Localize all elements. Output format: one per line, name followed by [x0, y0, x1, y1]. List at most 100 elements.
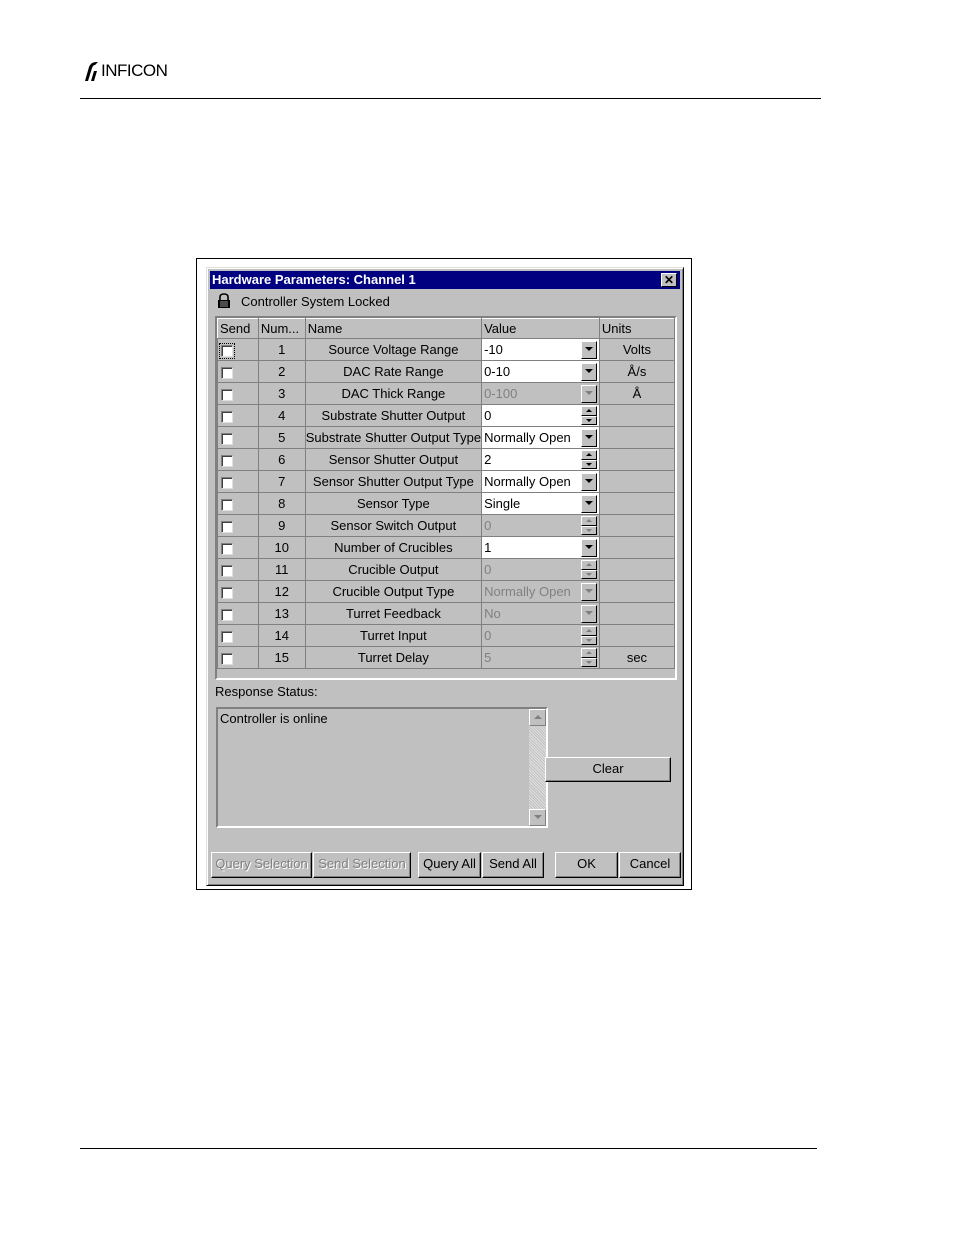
send-checkbox[interactable] — [221, 608, 233, 621]
table-row[interactable]: 12 Crucible Output Type Normally Open — [217, 580, 675, 603]
value-cell[interactable]: No — [481, 602, 600, 625]
value-field[interactable]: 0 — [483, 560, 599, 580]
dropdown-arrow-icon[interactable] — [580, 538, 597, 557]
value-cell[interactable]: 0-100 — [481, 382, 600, 405]
value-cell[interactable]: Single — [481, 492, 600, 515]
value-field[interactable]: 0-100 — [483, 384, 599, 404]
dropdown-arrow-icon[interactable] — [580, 362, 597, 381]
value-cell[interactable]: 5 — [481, 646, 600, 669]
table-row[interactable]: 4 Substrate Shutter Output 0 — [217, 404, 675, 427]
value-cell[interactable]: Normally Open — [481, 426, 600, 449]
cancel-button[interactable]: Cancel — [619, 852, 681, 878]
query-all-button[interactable]: Query All — [418, 852, 481, 878]
table-row[interactable]: 11 Crucible Output 0 — [217, 558, 675, 581]
spinner-control[interactable] — [580, 626, 597, 645]
value-field[interactable]: -10 — [482, 339, 599, 360]
dropdown-arrow-icon[interactable] — [580, 582, 597, 601]
value-cell[interactable]: Normally Open — [481, 580, 600, 603]
value-cell[interactable]: 0 — [481, 514, 600, 537]
value-field[interactable]: 0 — [482, 405, 599, 426]
table-row[interactable]: 2 DAC Rate Range 0-10 Å/s — [217, 360, 675, 383]
dropdown-arrow-icon[interactable] — [580, 340, 597, 359]
send-checkbox[interactable] — [221, 410, 233, 423]
value-cell[interactable]: 0 — [481, 404, 600, 427]
spin-up-arrow-icon[interactable] — [580, 560, 597, 570]
send-checkbox[interactable] — [221, 586, 233, 599]
spin-down-arrow-icon[interactable] — [580, 569, 597, 579]
value-field[interactable]: No — [483, 604, 599, 624]
table-row[interactable]: 9 Sensor Switch Output 0 — [217, 514, 675, 537]
response-status-box[interactable]: Controller is online — [216, 707, 548, 828]
send-checkbox[interactable] — [221, 476, 233, 489]
column-header-units[interactable]: Units — [598, 318, 675, 339]
query-selection-button[interactable]: Query Selection — [211, 852, 312, 878]
dropdown-arrow-icon[interactable] — [580, 494, 597, 513]
dropdown-arrow-icon[interactable] — [580, 384, 597, 403]
value-field[interactable]: 0 — [483, 516, 599, 536]
value-cell[interactable]: 2 — [481, 448, 600, 471]
send-checkbox[interactable] — [221, 564, 233, 577]
spin-up-arrow-icon[interactable] — [580, 450, 597, 460]
scroll-up-arrow-icon[interactable] — [529, 709, 546, 726]
column-header-num[interactable]: Num... — [257, 318, 306, 339]
send-all-button[interactable]: Send All — [482, 852, 544, 878]
table-row[interactable]: 10 Number of Crucibles 1 — [217, 536, 675, 559]
value-cell[interactable]: -10 — [481, 338, 600, 361]
ok-button[interactable]: OK — [555, 852, 618, 878]
spin-down-arrow-icon[interactable] — [580, 657, 597, 667]
value-cell[interactable]: 0 — [481, 624, 600, 647]
send-selection-button[interactable]: Send Selection — [313, 852, 411, 878]
scroll-down-arrow-icon[interactable] — [529, 809, 546, 826]
spinner-control[interactable] — [580, 406, 597, 425]
table-row[interactable]: 13 Turret Feedback No — [217, 602, 675, 625]
spin-down-arrow-icon[interactable] — [580, 525, 597, 535]
send-checkbox[interactable] — [221, 630, 233, 643]
column-header-name[interactable]: Name — [304, 318, 483, 339]
table-row[interactable]: 8 Sensor Type Single — [217, 492, 675, 515]
value-field[interactable]: Normally Open — [482, 471, 599, 492]
send-checkbox[interactable] — [221, 366, 233, 379]
value-field[interactable]: 0-10 — [482, 361, 599, 382]
column-header-send[interactable]: Send — [217, 318, 259, 339]
value-field[interactable]: 5 — [483, 648, 599, 668]
spin-up-arrow-icon[interactable] — [580, 626, 597, 636]
spinner-control[interactable] — [580, 648, 597, 667]
dropdown-arrow-icon[interactable] — [580, 428, 597, 447]
table-row[interactable]: 5 Substrate Shutter Output Type Normally O… — [217, 426, 675, 449]
send-checkbox[interactable] — [221, 454, 233, 467]
spin-down-arrow-icon[interactable] — [580, 459, 597, 469]
send-checkbox[interactable] — [221, 520, 233, 533]
table-row[interactable]: 6 Sensor Shutter Output 2 — [217, 448, 675, 471]
close-button[interactable]: ✕ — [661, 273, 677, 287]
value-field[interactable]: Normally Open — [482, 427, 599, 448]
table-row[interactable]: 15 Turret Delay 5 sec — [217, 646, 675, 669]
table-row[interactable]: 7 Sensor Shutter Output Type Normally Open — [217, 470, 675, 493]
value-cell[interactable]: 1 — [481, 536, 600, 559]
spinner-control[interactable] — [580, 516, 597, 535]
spin-up-arrow-icon[interactable] — [580, 648, 597, 658]
send-checkbox[interactable] — [221, 432, 233, 445]
value-field[interactable]: 0 — [483, 626, 599, 646]
column-header-value[interactable]: Value — [481, 318, 600, 339]
send-checkbox[interactable] — [221, 542, 233, 555]
value-cell[interactable]: Normally Open — [481, 470, 600, 493]
table-row[interactable]: 3 DAC Thick Range 0-100 Å — [217, 382, 675, 405]
value-cell[interactable]: 0 — [481, 558, 600, 581]
value-field[interactable]: Single — [482, 493, 599, 514]
spin-down-arrow-icon[interactable] — [580, 415, 597, 425]
spinner-control[interactable] — [580, 450, 597, 469]
value-field[interactable]: 1 — [482, 537, 599, 558]
dropdown-arrow-icon[interactable] — [580, 604, 597, 623]
send-checkbox[interactable] — [221, 388, 233, 401]
send-checkbox[interactable] — [221, 498, 233, 511]
dropdown-arrow-icon[interactable] — [580, 472, 597, 491]
spin-up-arrow-icon[interactable] — [580, 406, 597, 416]
value-field[interactable]: 2 — [482, 449, 599, 470]
spinner-control[interactable] — [580, 560, 597, 579]
value-field[interactable]: Normally Open — [483, 582, 599, 602]
send-checkbox[interactable] — [221, 652, 233, 665]
table-row[interactable]: 1 Source Voltage Range -10 Volts — [217, 338, 675, 361]
spin-down-arrow-icon[interactable] — [580, 635, 597, 645]
response-scrollbar[interactable] — [529, 709, 546, 826]
spin-up-arrow-icon[interactable] — [580, 516, 597, 526]
